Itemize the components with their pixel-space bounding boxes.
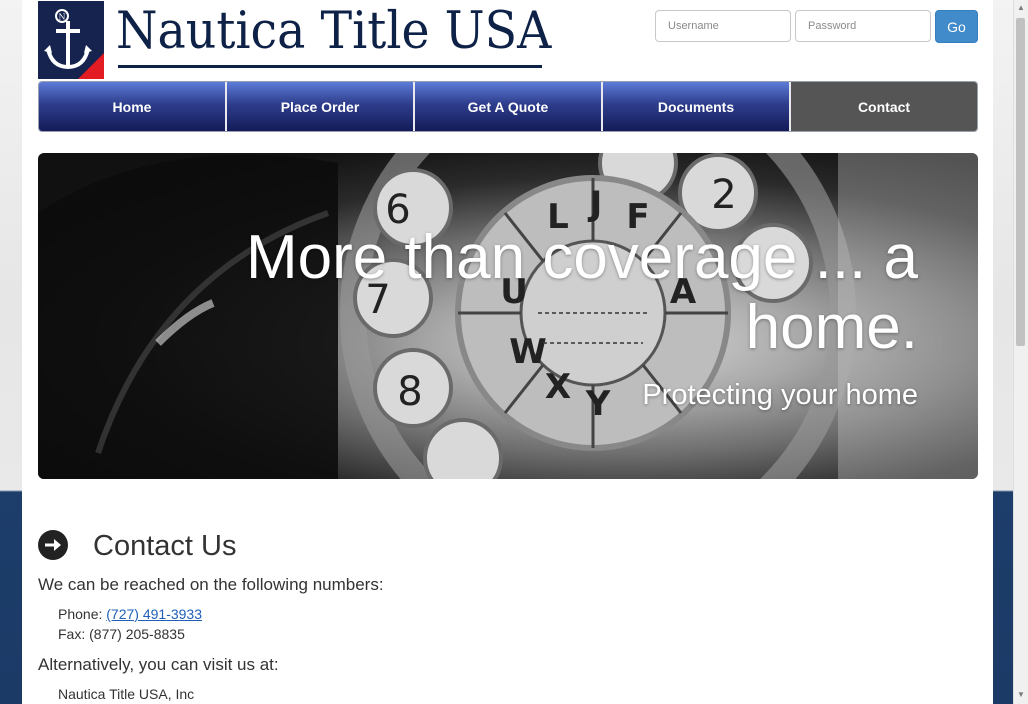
svg-text:Y: Y: [585, 384, 611, 424]
address-line-1: Nautica Title USA, Inc: [58, 686, 195, 702]
numbers-intro: We can be reached on the following numbe…: [38, 575, 384, 594]
fax-line: Fax: (877) 205-8835: [58, 626, 185, 642]
scroll-up-icon[interactable]: ▲: [1017, 3, 1025, 12]
main-nav: Home Place Order Get A Quote Documents C…: [38, 81, 978, 132]
svg-text:8: 8: [397, 369, 422, 415]
svg-text:J: J: [588, 184, 603, 224]
svg-text:X: X: [545, 367, 571, 407]
fax-number: (877) 205-8835: [89, 626, 185, 642]
brand-underline: [118, 65, 542, 68]
logo-letter: N: [59, 13, 66, 22]
nav-place-order[interactable]: Place Order: [227, 82, 415, 131]
go-button[interactable]: Go: [935, 10, 978, 43]
brand-title[interactable]: Nautica Title USA: [116, 2, 551, 61]
contact-title: Contact Us: [93, 530, 237, 562]
phone-line: Phone: (727) 491-3933: [58, 606, 202, 622]
hero-headline: More than coverage ... a home.: [245, 223, 918, 362]
scrollbar-thumb[interactable]: [1016, 18, 1025, 346]
username-input[interactable]: [655, 10, 791, 42]
page-container: N Nautica Title USA Go Home Place Order …: [22, 0, 993, 704]
phone-link[interactable]: (727) 491-3933: [106, 606, 202, 622]
password-input[interactable]: [795, 10, 931, 42]
logo-red-corner: [78, 53, 104, 79]
arrow-right-circle-icon: [38, 530, 68, 560]
hero-banner: 6 7 8 2 L J F U W X Y A More than covera…: [38, 153, 978, 479]
anchor-logo-icon[interactable]: N: [38, 1, 104, 79]
nav-documents[interactable]: Documents: [603, 82, 791, 131]
svg-text:2: 2: [711, 172, 736, 218]
page-scrollbar[interactable]: ▲ ▼: [1013, 0, 1028, 704]
fax-label: Fax:: [58, 626, 86, 642]
phone-label: Phone:: [58, 606, 103, 622]
scroll-down-icon[interactable]: ▼: [1017, 690, 1025, 699]
nav-home[interactable]: Home: [39, 82, 227, 131]
hero-subheadline: Protecting your home: [642, 379, 918, 411]
nav-get-a-quote[interactable]: Get A Quote: [415, 82, 603, 131]
nav-contact[interactable]: Contact: [791, 82, 977, 131]
visit-intro: Alternatively, you can visit us at:: [38, 655, 279, 674]
